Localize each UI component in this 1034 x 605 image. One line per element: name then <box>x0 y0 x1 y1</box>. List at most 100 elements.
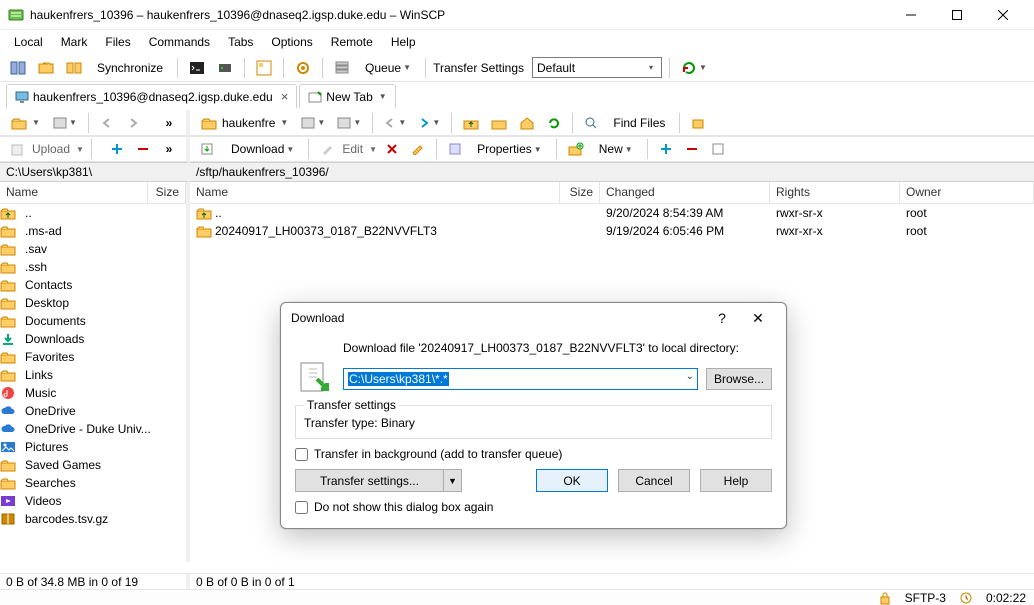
minimize-button[interactable] <box>888 0 934 30</box>
find-files-button[interactable]: Find Files <box>606 112 672 134</box>
remote-filter-icon[interactable]: ▼ <box>297 112 329 134</box>
local-filter-icon[interactable]: ▼ <box>49 112 81 134</box>
local-expand-icon[interactable]: » <box>158 112 180 134</box>
background-checkbox[interactable] <box>295 448 308 461</box>
dialog-help-icon[interactable]: ? <box>704 304 740 332</box>
queue-icon[interactable] <box>330 57 354 79</box>
ok-button[interactable]: OK <box>536 469 608 492</box>
list-item[interactable]: Downloads <box>0 330 186 348</box>
menu-tabs[interactable]: Tabs <box>220 32 261 52</box>
check-icon[interactable] <box>707 138 729 160</box>
queue-button[interactable]: Queue▼ <box>358 57 418 79</box>
tunnel-icon[interactable] <box>213 57 237 79</box>
transfer-settings-button[interactable]: Transfer settings... ▼ <box>295 469 462 492</box>
local-file-list[interactable]: ...ms-ad.sav.sshContactsDesktopDocuments… <box>0 204 186 562</box>
menu-files[interactable]: Files <box>97 32 138 52</box>
col-rights[interactable]: Rights <box>770 182 900 203</box>
dialog-titlebar[interactable]: Download ? ✕ <box>281 303 786 333</box>
chevron-down-icon[interactable]: ⌄ <box>686 371 694 382</box>
local-path[interactable]: C:\Users\kp381\ <box>0 162 190 182</box>
target-path-input[interactable]: C:\Users\kp381\*.* ⌄ <box>343 368 698 390</box>
minus-icon[interactable] <box>681 138 703 160</box>
list-item[interactable]: 20240917_LH00373_0187_B22NVVFLT39/19/202… <box>190 222 1034 240</box>
local-forward-icon[interactable] <box>122 112 144 134</box>
transfer-settings-combo[interactable]: Default▾ <box>532 57 662 78</box>
new-button[interactable]: New▼ <box>592 138 640 160</box>
properties-icon[interactable] <box>444 138 466 160</box>
layout2-icon[interactable] <box>252 57 276 79</box>
root-folder-icon[interactable] <box>487 112 511 134</box>
list-item[interactable]: Pictures <box>0 438 186 456</box>
rename-icon[interactable] <box>407 138 429 160</box>
remote-folder-button[interactable]: haukenfre▼ <box>196 112 293 134</box>
list-item[interactable]: Links <box>0 366 186 384</box>
remote-back-icon[interactable]: ▼ <box>380 112 410 134</box>
list-item[interactable]: .sav <box>0 240 186 258</box>
delete-local-icon[interactable] <box>132 138 154 160</box>
find-files-icon[interactable] <box>580 112 602 134</box>
download-icon[interactable] <box>196 138 220 160</box>
menu-mark[interactable]: Mark <box>53 32 96 52</box>
close-button[interactable] <box>980 0 1026 30</box>
col-changed[interactable]: Changed <box>600 182 770 203</box>
list-item[interactable]: Videos <box>0 492 186 510</box>
help-button[interactable]: Help <box>700 469 772 492</box>
synchronize-button[interactable]: Synchronize <box>90 57 170 79</box>
download-button[interactable]: Download▼ <box>224 138 301 160</box>
menu-remote[interactable]: Remote <box>323 32 381 52</box>
remote-filter2-icon[interactable]: ▼ <box>333 112 365 134</box>
terminal-icon[interactable] <box>185 57 209 79</box>
tab-close-icon[interactable]: × <box>281 89 289 104</box>
chevron-down-icon[interactable]: ▼ <box>379 92 387 101</box>
list-item[interactable]: ..9/20/2024 8:54:39 AMrwxr-sr-xroot <box>190 204 1034 222</box>
menu-help[interactable]: Help <box>383 32 424 52</box>
list-item[interactable]: .. <box>0 204 186 222</box>
list-item[interactable]: OneDrive - Duke Univ... <box>0 420 186 438</box>
bookmark-icon[interactable] <box>687 112 709 134</box>
list-item[interactable]: Searches <box>0 474 186 492</box>
delete-icon[interactable] <box>381 138 403 160</box>
compare-icon[interactable] <box>62 57 86 79</box>
menu-commands[interactable]: Commands <box>141 32 218 52</box>
maximize-button[interactable] <box>934 0 980 30</box>
do-not-show-checkbox[interactable] <box>295 501 308 514</box>
layout-icon[interactable] <box>6 57 30 79</box>
menu-local[interactable]: Local <box>6 32 51 52</box>
col-name[interactable]: Name <box>0 182 148 203</box>
dialog-close-icon[interactable]: ✕ <box>740 304 776 332</box>
list-item[interactable]: Documents <box>0 312 186 330</box>
cancel-button[interactable]: Cancel <box>618 469 690 492</box>
list-item[interactable]: Desktop <box>0 294 186 312</box>
home-icon[interactable] <box>515 112 539 134</box>
list-item[interactable]: .ms-ad <box>0 222 186 240</box>
plus-icon[interactable] <box>655 138 677 160</box>
refresh-remote-icon[interactable] <box>543 112 565 134</box>
list-item[interactable]: .ssh <box>0 258 186 276</box>
list-item[interactable]: Favorites <box>0 348 186 366</box>
new-folder-icon[interactable] <box>564 138 588 160</box>
remote-path[interactable]: /sftp/haukenfrers_10396/ <box>190 162 1034 182</box>
col-size-r[interactable]: Size <box>560 182 600 203</box>
col-size[interactable]: Size <box>148 182 186 203</box>
menu-options[interactable]: Options <box>263 32 320 52</box>
new-local-icon[interactable] <box>106 138 128 160</box>
list-item[interactable]: Saved Games <box>0 456 186 474</box>
sync-browse-icon[interactable] <box>34 57 58 79</box>
tab-active-session[interactable]: haukenfrers_10396@dnaseq2.igsp.duke.edu … <box>6 84 297 108</box>
tab-new[interactable]: New Tab ▼ <box>299 84 395 108</box>
chevron-down-icon[interactable]: ▼ <box>443 470 461 491</box>
list-item[interactable]: barcodes.tsv.gz <box>0 510 186 528</box>
col-name-r[interactable]: Name <box>190 182 560 203</box>
list-item[interactable]: Contacts <box>0 276 186 294</box>
parent-folder-icon[interactable] <box>459 112 483 134</box>
gear-icon[interactable] <box>291 57 315 79</box>
local-expand2-icon[interactable]: » <box>158 138 180 160</box>
local-back-icon[interactable] <box>96 112 118 134</box>
browse-button[interactable]: Browse... <box>706 368 772 390</box>
list-item[interactable]: Music <box>0 384 186 402</box>
remote-forward-icon[interactable]: ▼ <box>414 112 444 134</box>
refresh-icon[interactable]: ▼ <box>677 57 711 79</box>
local-drive-button[interactable]: ▼ <box>6 112 45 134</box>
properties-button[interactable]: Properties▼ <box>470 138 549 160</box>
col-owner[interactable]: Owner <box>900 182 1034 203</box>
